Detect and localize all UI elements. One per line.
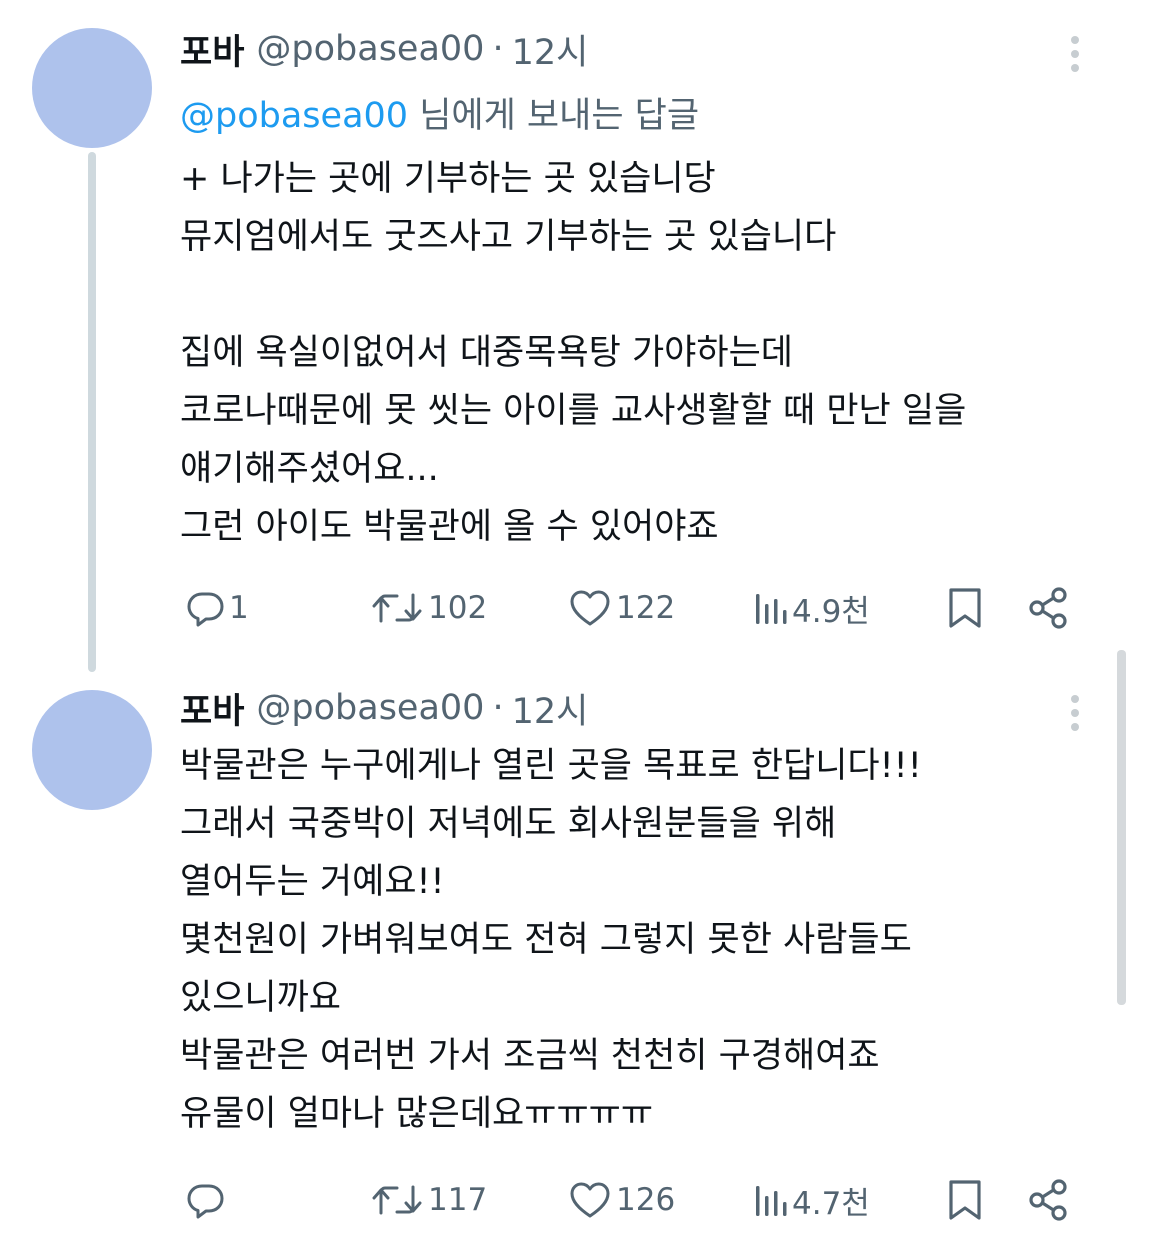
tweet-text-line: 몇천원이 가벼워보여도 전혀 그렇지 못한 사람들도 bbox=[180, 920, 912, 960]
tweet-text-blank-line bbox=[180, 266, 1110, 324]
heart-icon bbox=[568, 588, 612, 628]
reply-context-label: 님에게 보내는 답글 bbox=[419, 96, 700, 136]
reply-mention-link[interactable]: @pobasea00 bbox=[180, 96, 408, 136]
avatar[interactable] bbox=[32, 28, 152, 148]
author-handle[interactable]: @pobasea00 bbox=[256, 29, 484, 69]
share-icon bbox=[1027, 1178, 1069, 1222]
tweet-text: + 나가는 곳에 기부하는 곳 있습니당 뮤지엄에서도 굿즈사고 기부하는 곳 … bbox=[180, 150, 1110, 556]
view-count: 4.7천 bbox=[792, 1185, 870, 1222]
share-button[interactable] bbox=[1027, 578, 1069, 638]
reply-button[interactable]: 1 bbox=[185, 578, 249, 638]
reply-button[interactable] bbox=[185, 1170, 229, 1230]
tweet[interactable]: 포바 @pobasea00 · 12시 박물관은 누구에게나 열린 곳을 목표로… bbox=[0, 660, 1166, 1258]
like-button[interactable]: 126 bbox=[568, 1170, 675, 1230]
view-count: 4.9천 bbox=[792, 593, 870, 630]
bookmark-icon bbox=[945, 586, 985, 630]
timestamp[interactable]: 12시 bbox=[512, 24, 589, 75]
tweet-text-line: 뮤지엄에서도 굿즈사고 기부하는 곳 있습니다 bbox=[180, 217, 837, 257]
tweet-text-line: + 나가는 곳에 기부하는 곳 있습니당 bbox=[180, 159, 716, 199]
repost-button[interactable]: 117 bbox=[370, 1170, 487, 1230]
views-button[interactable]: 4.7천 bbox=[752, 1170, 870, 1230]
tweet-text-line: 코로나때문에 못 씻는 아이를 교사생활할 때 만난 일을 bbox=[180, 391, 967, 431]
tweet[interactable]: 포바 @pobasea00 · 12시 @pobasea00 님에게 보내는 답… bbox=[0, 0, 1166, 672]
scrollbar[interactable] bbox=[1117, 650, 1126, 1005]
more-vertical-icon[interactable] bbox=[1070, 36, 1080, 72]
separator-dot: · bbox=[492, 29, 504, 69]
tweet-text-line: 열어두는 거예요!! bbox=[180, 862, 445, 902]
tweet-text-line: 그런 아이도 박물관에 올 수 있어야죠 bbox=[180, 507, 719, 547]
bookmark-button[interactable] bbox=[945, 1170, 985, 1230]
repost-button[interactable]: 102 bbox=[370, 578, 487, 638]
more-vertical-icon[interactable] bbox=[1070, 695, 1080, 731]
action-bar: 117 126 4.7천 bbox=[0, 1170, 1166, 1230]
timestamp[interactable]: 12시 bbox=[512, 683, 589, 734]
repost-icon bbox=[370, 588, 424, 628]
tweet-text-line: 그래서 국중박이 저녁에도 회사원분들을 위해 bbox=[180, 804, 837, 844]
bookmark-icon bbox=[945, 1178, 985, 1222]
tweet-text-line: 집에 욕실이없어서 대중목욕탕 가야하는데 bbox=[180, 333, 793, 373]
repost-count: 102 bbox=[428, 590, 488, 626]
views-icon bbox=[752, 1180, 788, 1220]
separator-dot: · bbox=[492, 688, 504, 728]
like-count: 122 bbox=[616, 590, 676, 626]
reply-count: 1 bbox=[229, 590, 249, 626]
author-name[interactable]: 포바 bbox=[180, 24, 244, 75]
tweet-header: 포바 @pobasea00 · 12시 bbox=[180, 25, 588, 73]
reply-icon bbox=[185, 588, 225, 628]
reply-thread: 포바 @pobasea00 · 12시 @pobasea00 님에게 보내는 답… bbox=[0, 0, 1166, 1258]
share-button[interactable] bbox=[1027, 1170, 1069, 1230]
tweet-text-line: 박물관은 누구에게나 열린 곳을 목표로 한답니다!!! bbox=[180, 746, 922, 786]
tweet-text-line: 얘기해주셨어요... bbox=[180, 449, 439, 489]
share-icon bbox=[1027, 586, 1069, 630]
tweet-text: 박물관은 누구에게나 열린 곳을 목표로 한답니다!!! 그래서 국중박이 저녁… bbox=[180, 737, 1110, 1143]
tweet-text-line: 박물관은 여러번 가서 조금씩 천천히 구경해여죠 bbox=[180, 1036, 880, 1076]
like-count: 126 bbox=[616, 1182, 676, 1218]
author-name[interactable]: 포바 bbox=[180, 683, 244, 734]
tweet-text-line: 유물이 얼마나 많은데요ㅠㅠㅠㅠ bbox=[180, 1094, 654, 1134]
repost-icon bbox=[370, 1180, 424, 1220]
views-button[interactable]: 4.9천 bbox=[752, 578, 870, 638]
views-icon bbox=[752, 588, 788, 628]
reply-context: @pobasea00 님에게 보내는 답글 bbox=[180, 87, 699, 138]
like-button[interactable]: 122 bbox=[568, 578, 675, 638]
repost-count: 117 bbox=[428, 1182, 488, 1218]
avatar[interactable] bbox=[32, 690, 152, 810]
heart-icon bbox=[568, 1180, 612, 1220]
tweet-header: 포바 @pobasea00 · 12시 bbox=[180, 684, 588, 732]
tweet-text-line: 있으니까요 bbox=[180, 978, 342, 1018]
bookmark-button[interactable] bbox=[945, 578, 985, 638]
action-bar: 1 102 122 4.9천 bbox=[0, 578, 1166, 638]
author-handle[interactable]: @pobasea00 bbox=[256, 688, 484, 728]
reply-icon bbox=[185, 1180, 225, 1220]
